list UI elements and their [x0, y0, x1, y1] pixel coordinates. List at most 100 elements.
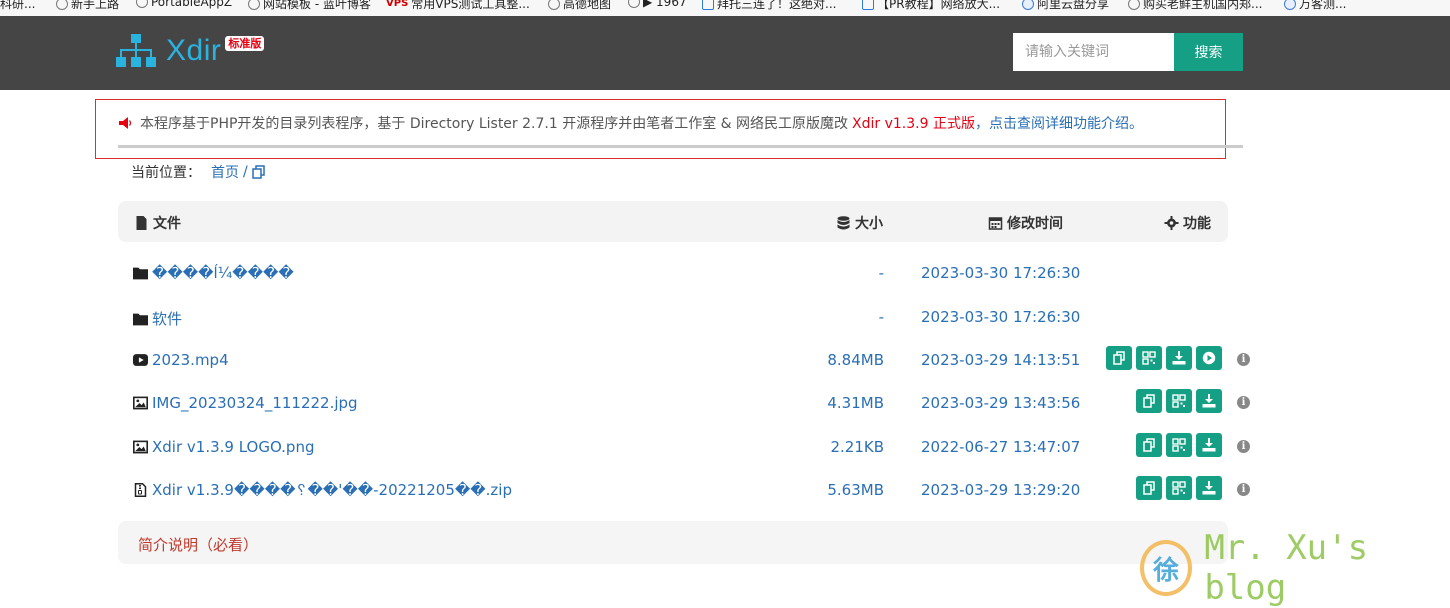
bookmark-item[interactable]: 购买老鲜主机国内郑...: [1128, 0, 1262, 12]
notice-link[interactable]: ，点击查阅详细功能介绍。: [975, 113, 1143, 133]
bookmark-item[interactable]: PortableAppZ: [136, 0, 232, 9]
info-icon[interactable]: i: [1237, 353, 1250, 366]
notice-text: 本程序基于PHP开发的目录列表程序，基于 Directory Lister 2.…: [140, 115, 849, 132]
copy-link-button[interactable]: [1106, 346, 1132, 370]
table-row[interactable]: Xdir v1.3.9 LOGO.png 2.21KB 2022-06-27 1…: [118, 426, 1258, 469]
table-row[interactable]: IMG_20230324_111222.jpg 4.31MB 2023-03-2…: [118, 382, 1258, 425]
column-size[interactable]: 大小: [836, 213, 883, 233]
globe-icon: [548, 0, 560, 10]
table-row[interactable]: Xdir v1.3.9����␦��'��-20221205��.zip 5.6…: [118, 469, 1258, 512]
table-row[interactable]: ����ĺ¼���� - 2023-03-30 17:26:30: [118, 252, 1258, 295]
speaker-icon: [119, 116, 132, 129]
file-name-link[interactable]: 2023.mp4: [133, 351, 229, 369]
bookmark-item[interactable]: 高德地图: [548, 0, 611, 12]
download-icon: [1202, 438, 1216, 452]
file-actions: [1136, 389, 1222, 413]
edition-badge: 标准版: [225, 35, 265, 51]
file-size: 8.84MB: [827, 351, 884, 369]
copy-link-button[interactable]: [1136, 476, 1162, 500]
video-file-icon: [133, 354, 148, 366]
sitemap-icon: [116, 34, 156, 67]
watermark-text: Mr. Xu's blog: [1204, 528, 1369, 608]
globe-icon: [248, 0, 260, 10]
file-actions: [1106, 346, 1222, 370]
qrcode-icon: [1172, 481, 1186, 495]
site-logo[interactable]: Xdir 标准版: [116, 34, 265, 68]
bilibili-icon: [702, 0, 714, 10]
download-button[interactable]: [1196, 433, 1222, 457]
info-icon[interactable]: i: [1237, 396, 1250, 409]
folder-icon: [133, 313, 148, 325]
readme-title: 简介说明（必看）: [138, 536, 259, 554]
column-file[interactable]: 文件: [134, 213, 181, 233]
file-size: 2.21KB: [830, 438, 884, 456]
globe-icon: [628, 0, 640, 8]
file-name-link[interactable]: 软件: [133, 308, 182, 329]
bookmark-item[interactable]: VPS 常用VPS测试工具整...: [386, 0, 530, 12]
gear-icon: [1164, 216, 1179, 230]
download-icon: [1202, 481, 1216, 495]
download-bookmark-icon: [1284, 0, 1296, 10]
bookmark-item[interactable]: 万客测...: [1284, 0, 1346, 12]
bookmark-item[interactable]: 新手上路: [56, 0, 119, 12]
file-time: 2023-03-30 17:26:30: [921, 308, 1081, 326]
file-size: 5.63MB: [827, 481, 884, 499]
breadcrumb-label: 当前位置：: [131, 165, 201, 181]
bookmark-item[interactable]: 阿里云盘分享: [1022, 0, 1109, 12]
breadcrumb-home[interactable]: 首页: [211, 162, 239, 182]
copy-icon: [1143, 481, 1155, 495]
qrcode-button[interactable]: [1166, 389, 1192, 413]
watermark-logo: 徐: [1140, 540, 1193, 596]
globe-icon: [56, 0, 68, 10]
play-icon: [1202, 351, 1216, 365]
bookmarks-bar: 科研... 新手上路 PortableAppZ 网站模板 - 蓝叶博客 VPS 常…: [0, 0, 1450, 16]
file-name-link[interactable]: IMG_20230324_111222.jpg: [133, 394, 358, 412]
info-icon[interactable]: i: [1237, 440, 1250, 453]
column-actions: 功能: [1164, 213, 1211, 233]
copy-link-button[interactable]: [1136, 433, 1162, 457]
readme-section[interactable]: 简介说明（必看）: [118, 521, 1228, 564]
copy-link-button[interactable]: [1136, 389, 1162, 413]
file-time: 2022-06-27 13:47:07: [921, 438, 1081, 456]
info-icon[interactable]: i: [1237, 483, 1250, 496]
copy-icon[interactable]: [251, 165, 266, 179]
breadcrumb-separator: /: [243, 164, 248, 180]
archive-file-icon: [134, 483, 147, 497]
notice-version: Xdir v1.3.9 正式版: [852, 115, 975, 132]
qrcode-icon: [1172, 438, 1186, 452]
table-row[interactable]: 2023.mp4 8.84MB 2023-03-29 14:13:51 i: [118, 339, 1258, 382]
column-time[interactable]: 修改时间: [988, 213, 1063, 233]
file-time: 2023-03-29 13:43:56: [921, 394, 1081, 412]
qrcode-button[interactable]: [1136, 346, 1162, 370]
qrcode-icon: [1142, 351, 1156, 365]
file-name-link[interactable]: Xdir v1.3.9 LOGO.png: [133, 438, 314, 456]
file-name-link[interactable]: Xdir v1.3.9����␦��'��-20221205��.zip: [133, 481, 512, 499]
calendar-icon: [988, 217, 1003, 230]
file-icon: [136, 216, 147, 230]
copy-icon: [1113, 351, 1125, 365]
play-button[interactable]: [1196, 346, 1222, 370]
copy-icon: [1143, 438, 1155, 452]
search-input[interactable]: [1013, 33, 1174, 71]
bookmark-item[interactable]: 【PR教程】网络放大...: [862, 0, 1000, 12]
notice-box: 本程序基于PHP开发的目录列表程序，基于 Directory Lister 2.…: [95, 99, 1243, 159]
bookmark-item[interactable]: ▶ 1967: [628, 0, 687, 9]
brand-name: Xdir: [166, 34, 222, 67]
bookmark-item[interactable]: 拜托三连了！这绝对...: [702, 0, 836, 12]
table-row[interactable]: 软件 - 2023-03-30 17:26:30: [118, 296, 1258, 339]
download-icon: [1172, 351, 1186, 365]
qrcode-button[interactable]: [1166, 476, 1192, 500]
bookmark-item[interactable]: 网站模板 - 蓝叶博客: [248, 0, 371, 12]
bookmark-item[interactable]: 科研...: [0, 0, 35, 12]
search-button[interactable]: 搜索: [1174, 33, 1243, 71]
qrcode-button[interactable]: [1166, 433, 1192, 457]
file-size: -: [878, 308, 884, 326]
site-header: Xdir 标准版 搜索: [0, 16, 1450, 90]
globe-icon: [136, 0, 148, 8]
download-button[interactable]: [1166, 346, 1192, 370]
file-time: 2023-03-29 13:29:20: [921, 481, 1081, 499]
file-name-link[interactable]: ����ĺ¼����: [133, 264, 294, 282]
table-header: 文件 大小 修改时间 功能: [118, 201, 1228, 242]
download-button[interactable]: [1196, 476, 1222, 500]
download-button[interactable]: [1196, 389, 1222, 413]
